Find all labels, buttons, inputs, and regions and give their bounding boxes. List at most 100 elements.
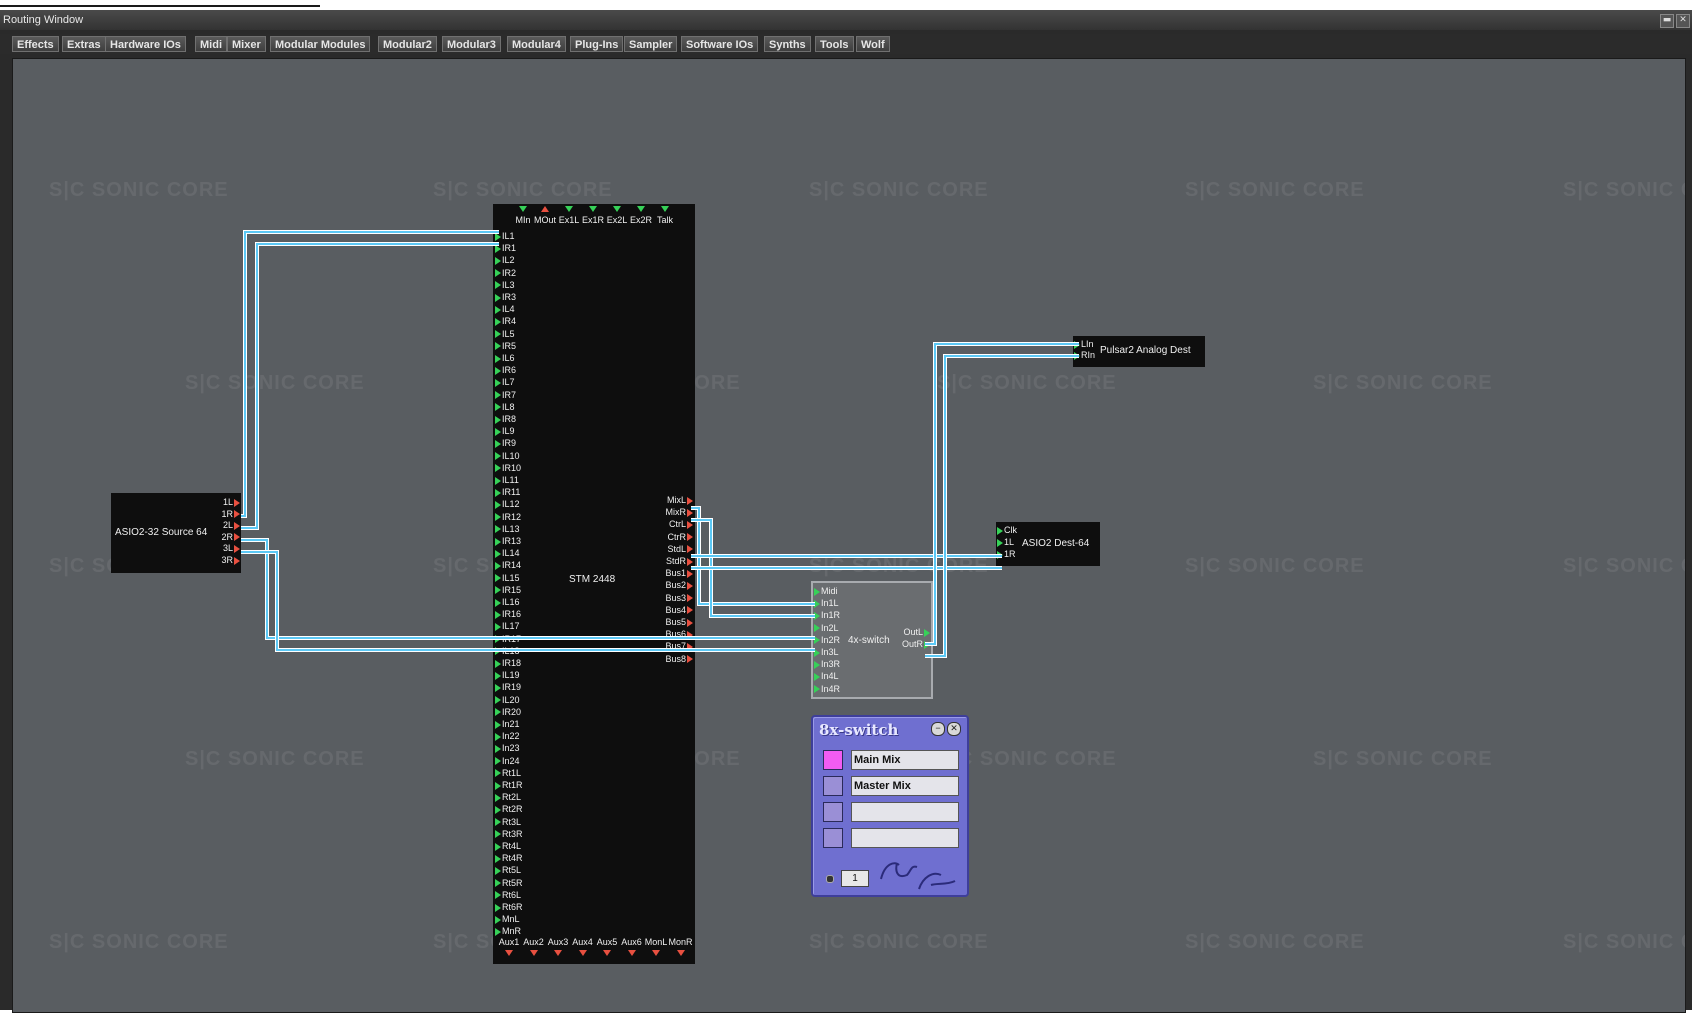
port[interactable]: IR10	[495, 463, 521, 474]
slot-label-field[interactable]	[851, 802, 959, 822]
port[interactable]: IL17	[495, 621, 520, 632]
menu-software-ios[interactable]: Software IOs	[681, 36, 759, 52]
slot-label-field[interactable]: Master Mix	[851, 776, 959, 796]
port[interactable]: In21	[495, 719, 520, 730]
port[interactable]: Rt5L	[495, 865, 521, 876]
port[interactable]: IR6	[495, 365, 516, 376]
port[interactable]: IR3	[495, 292, 516, 303]
port[interactable]: Rt4L	[495, 841, 521, 852]
wire[interactable]	[925, 355, 1079, 657]
slot-button[interactable]	[823, 828, 843, 848]
port[interactable]: IL14	[495, 548, 520, 559]
port[interactable]: Bus6	[665, 629, 693, 640]
port[interactable]: IR16	[495, 609, 521, 620]
port[interactable]: Midi	[814, 586, 838, 597]
port[interactable]: Bus7	[665, 641, 693, 652]
port[interactable]: StdL	[667, 544, 693, 555]
port[interactable]: Bus8	[665, 654, 693, 665]
port[interactable]: RIn	[1074, 350, 1095, 361]
port[interactable]: Talk	[653, 204, 677, 226]
port[interactable]: 1L	[223, 497, 240, 508]
port[interactable]: Rt3R	[495, 829, 523, 840]
port[interactable]: MonL	[644, 937, 668, 959]
slot-button[interactable]	[823, 750, 843, 770]
port[interactable]: IR20	[495, 707, 521, 718]
port[interactable]: Rt1R	[495, 780, 523, 791]
port[interactable]: 1L	[997, 537, 1014, 548]
port[interactable]: In22	[495, 731, 520, 742]
port[interactable]: IR4	[495, 316, 516, 327]
port[interactable]: Bus1	[665, 568, 693, 579]
port[interactable]: Rt3L	[495, 817, 521, 828]
port[interactable]: 2L	[223, 520, 240, 531]
port[interactable]: IR2	[495, 268, 516, 279]
port[interactable]: IR17	[495, 634, 521, 645]
port[interactable]: 1R	[997, 549, 1016, 560]
port[interactable]: MixR	[666, 507, 693, 518]
port[interactable]: Aux2	[522, 937, 546, 959]
port[interactable]: MixL	[667, 495, 693, 506]
port[interactable]: 3R	[221, 555, 240, 566]
port[interactable]: IR8	[495, 414, 516, 425]
port[interactable]: IR5	[495, 341, 516, 352]
wire[interactable]	[691, 507, 815, 605]
slot-label-field[interactable]	[851, 828, 959, 848]
wire[interactable]	[691, 519, 815, 617]
port[interactable]: In24	[495, 756, 520, 767]
port[interactable]: MIn	[511, 204, 535, 226]
port[interactable]: Clk	[997, 525, 1017, 536]
port[interactable]: IL13	[495, 524, 520, 535]
port[interactable]: IL1	[495, 231, 515, 242]
port[interactable]: Aux3	[546, 937, 570, 959]
port[interactable]: Bus2	[665, 580, 693, 591]
menu-modular2[interactable]: Modular2	[378, 36, 437, 52]
port[interactable]: MnR	[495, 926, 521, 937]
port[interactable]: In2R	[814, 635, 840, 646]
port[interactable]: MonR	[669, 937, 693, 959]
menu-mixer[interactable]: Mixer	[227, 36, 266, 52]
close-icon[interactable]: ✕	[1676, 14, 1690, 28]
menu-modular-modules[interactable]: Modular Modules	[270, 36, 371, 52]
port[interactable]: OutR	[902, 639, 930, 650]
port[interactable]: Rt4R	[495, 853, 523, 864]
port[interactable]: IR15	[495, 585, 521, 596]
4x-switch-module[interactable]: 4x-switch Midi In1L In1R In2L In2R In3L In3R In…	[811, 581, 933, 699]
port[interactable]: IL19	[495, 670, 520, 681]
port[interactable]: IR1	[495, 243, 516, 254]
port[interactable]: OutL	[903, 627, 930, 638]
port[interactable]: IL6	[495, 353, 515, 364]
port[interactable]: IR7	[495, 390, 516, 401]
menu-modular3[interactable]: Modular3	[442, 36, 501, 52]
port[interactable]: Aux6	[620, 937, 644, 959]
port[interactable]: IL10	[495, 451, 520, 462]
menu-extras[interactable]: Extras	[62, 36, 106, 52]
port[interactable]: In3R	[814, 659, 840, 670]
port[interactable]: In4L	[814, 671, 839, 682]
8x-switch-panel[interactable]: 8x-switch − ✕ Main Mix Master Mix 1	[811, 715, 969, 897]
port[interactable]: IL4	[495, 304, 515, 315]
menu-midi[interactable]: Midi	[195, 36, 227, 52]
port[interactable]: In23	[495, 743, 520, 754]
port[interactable]: Rt6L	[495, 890, 521, 901]
menu-plug-ins[interactable]: Plug-Ins	[570, 36, 624, 52]
slot-label-field[interactable]: Main Mix	[851, 750, 959, 770]
stm-2448-module[interactable]: STM 2448 MIn MOut Ex1L Ex1R Ex2L Ex2R Talk IL1…	[493, 204, 695, 964]
port[interactable]: In1L	[814, 598, 839, 609]
port[interactable]: IL16	[495, 597, 520, 608]
port[interactable]: Bus3	[665, 593, 693, 604]
port[interactable]: IL20	[495, 695, 520, 706]
menu-wolf[interactable]: Wolf	[856, 36, 890, 52]
port[interactable]: Bus4	[665, 605, 693, 616]
port[interactable]: IR18	[495, 658, 521, 669]
port[interactable]: IL7	[495, 377, 515, 388]
port[interactable]: IL5	[495, 329, 515, 340]
port[interactable]: IL8	[495, 402, 515, 413]
port[interactable]: Bus5	[665, 617, 693, 628]
port[interactable]: Rt2L	[495, 792, 521, 803]
menu-tools[interactable]: Tools	[815, 36, 854, 52]
port[interactable]: Rt2R	[495, 804, 523, 815]
port[interactable]: IR19	[495, 682, 521, 693]
port[interactable]: Aux4	[571, 937, 595, 959]
port[interactable]: IL3	[495, 280, 515, 291]
port[interactable]: IR12	[495, 512, 521, 523]
